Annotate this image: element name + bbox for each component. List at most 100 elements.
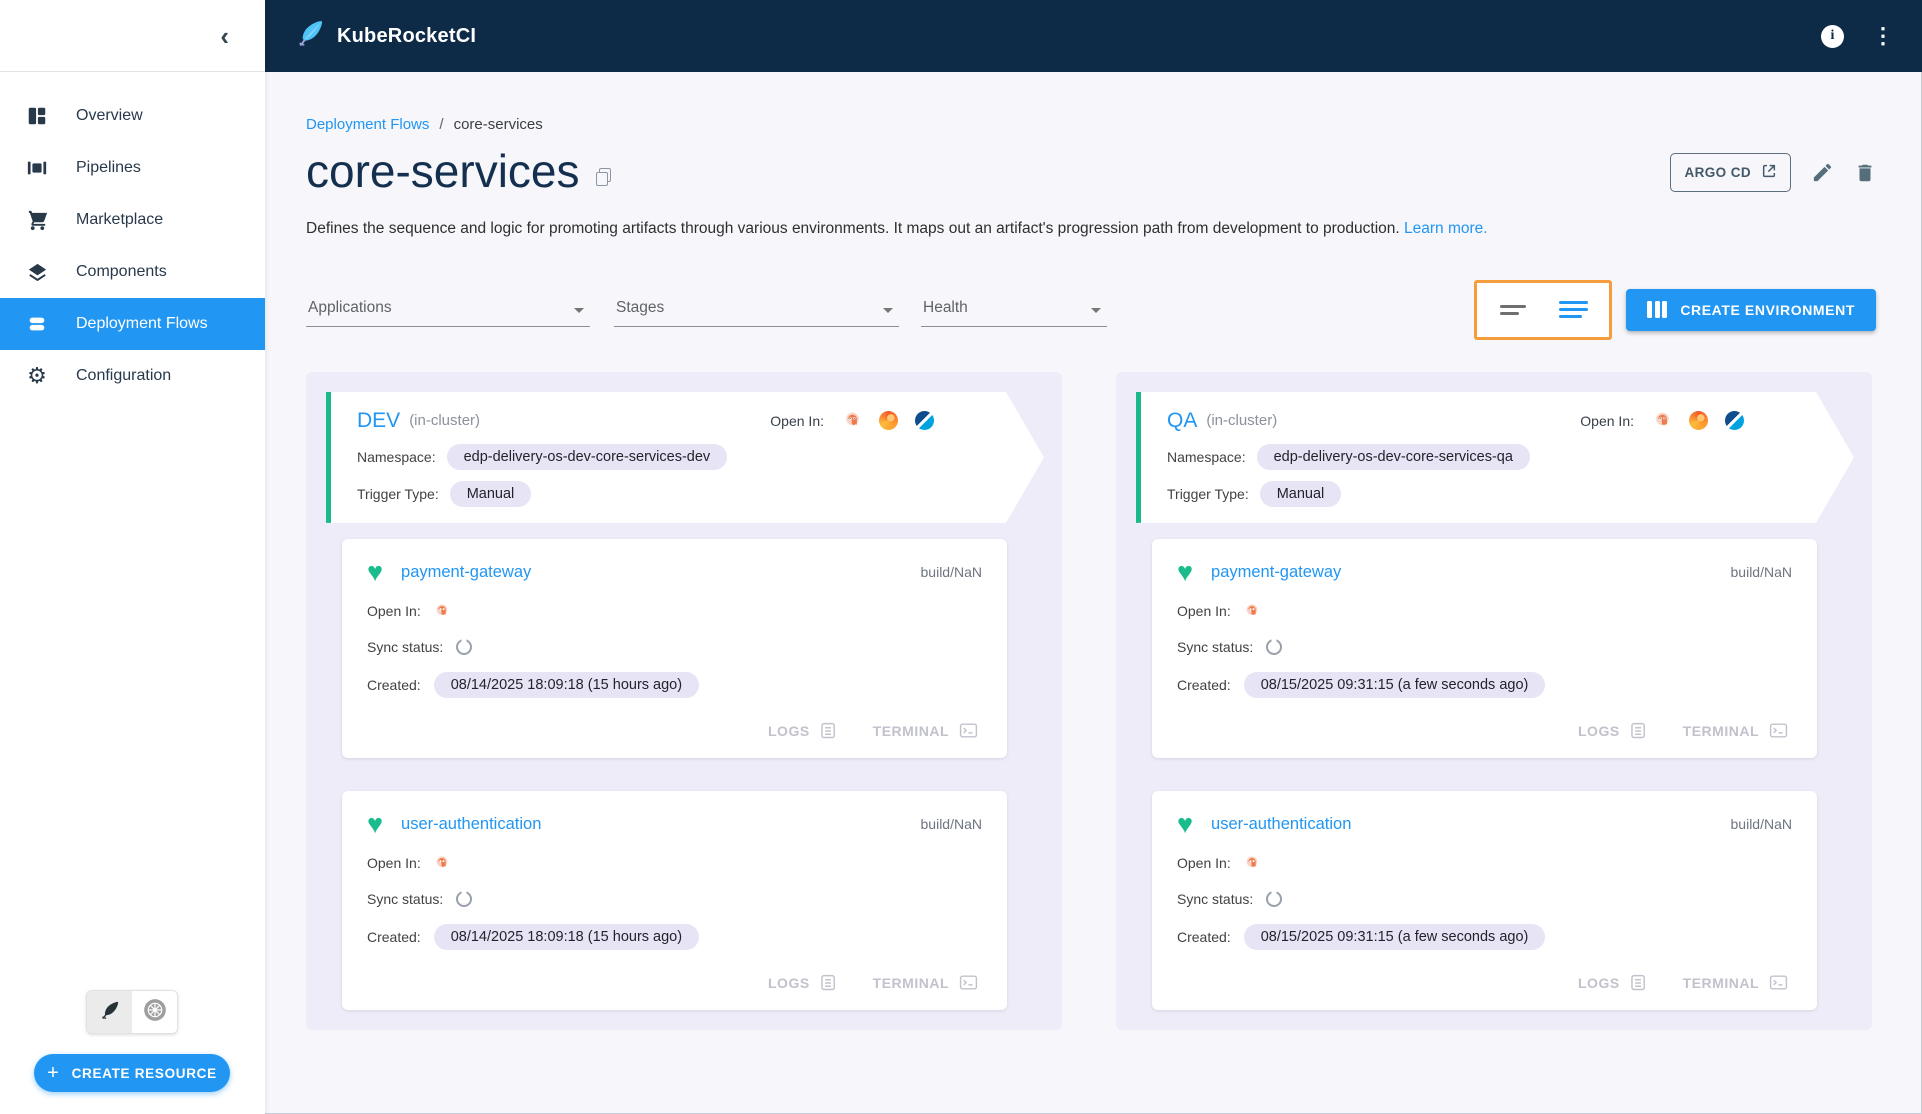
applications-select[interactable]: Applications xyxy=(306,292,590,327)
page-content: Deployment Flows / core-services core-se… xyxy=(265,72,1922,1114)
collapse-sidebar-icon[interactable]: ‹ xyxy=(220,23,229,49)
trigger-type-chip: Manual xyxy=(1260,481,1342,507)
logs-button[interactable]: LOGS xyxy=(1578,974,1647,992)
terminal-button[interactable]: TERMINAL xyxy=(873,974,978,991)
brand-feather-icon xyxy=(295,18,325,54)
breadcrumb: Deployment Flows / core-services xyxy=(306,116,1876,133)
application-name-link[interactable]: user-authentication xyxy=(1211,815,1351,834)
application-actions: LOGS TERMINAL xyxy=(1177,966,1792,1000)
copy-icon[interactable] xyxy=(596,168,609,184)
header-actions: ARGO CD xyxy=(1670,153,1876,192)
created-chip: 08/15/2025 09:31:15 (a few seconds ago) xyxy=(1244,672,1546,698)
sync-status-label: Sync status: xyxy=(367,639,443,655)
sidebar-item-marketplace[interactable]: Marketplace xyxy=(0,194,265,246)
opensearch-icon[interactable] xyxy=(1725,411,1744,430)
build-version: build/NaN xyxy=(1731,816,1792,832)
sidebar-item-label: Configuration xyxy=(76,367,171,385)
applications-select-label: Applications xyxy=(308,299,392,316)
create-resource-label: CREATE RESOURCE xyxy=(72,1066,217,1081)
view-mode-toggle xyxy=(86,990,178,1034)
kubernetes-view-button[interactable] xyxy=(132,991,177,1033)
topbar-actions: i ⋮ xyxy=(1821,25,1894,48)
create-environment-label: CREATE ENVIRONMENT xyxy=(1680,302,1855,318)
learn-more-link[interactable]: Learn more. xyxy=(1404,220,1488,237)
sidebar-item-label: Overview xyxy=(76,107,143,125)
sidebar-item-deployment-flows[interactable]: Deployment Flows xyxy=(0,298,265,350)
sidebar-item-overview[interactable]: Overview xyxy=(0,90,265,142)
dashboard-icon xyxy=(24,103,50,129)
grafana-icon[interactable] xyxy=(879,411,898,430)
chevron-down-icon xyxy=(574,308,584,313)
terminal-button[interactable]: TERMINAL xyxy=(873,722,978,739)
deployment-flows-icon xyxy=(24,311,50,337)
layers-icon xyxy=(24,259,50,285)
sidebar: ‹ Overview Pipelines Marketplace Compone… xyxy=(0,0,265,1114)
gear-icon: ⚙ xyxy=(24,363,50,389)
kebab-menu-icon[interactable]: ⋮ xyxy=(1872,25,1894,47)
sidebar-item-configuration[interactable]: ⚙ Configuration xyxy=(0,350,265,402)
open-in-row: Open In: xyxy=(367,600,982,622)
filters-right: CREATE ENVIRONMENT xyxy=(1474,280,1876,340)
namespace-chip: edp-delivery-os-dev-core-services-dev xyxy=(447,444,728,470)
open-in-group: Open In: xyxy=(1580,411,1744,430)
info-icon[interactable]: i xyxy=(1821,25,1844,48)
create-resource-button[interactable]: + CREATE RESOURCE xyxy=(34,1054,230,1092)
argocd-icon[interactable] xyxy=(1244,603,1260,619)
logs-button[interactable]: LOGS xyxy=(768,722,837,740)
logs-button[interactable]: LOGS xyxy=(768,974,837,992)
feather-view-button[interactable] xyxy=(87,991,132,1033)
environment-name-link[interactable]: DEV xyxy=(357,409,400,433)
application-actions: LOGS TERMINAL xyxy=(367,966,982,1000)
application-card: ♥ user-authentication build/NaN Open In:… xyxy=(1152,791,1817,1010)
trigger-type-label: Trigger Type: xyxy=(1167,486,1249,502)
open-in-row: Open In: xyxy=(367,852,982,874)
page-description: Defines the sequence and logic for promo… xyxy=(306,220,1876,238)
pipelines-icon xyxy=(24,155,50,181)
argocd-icon[interactable] xyxy=(1653,411,1672,430)
created-row: Created: 08/14/2025 18:09:18 (15 hours a… xyxy=(367,672,982,698)
application-name-link[interactable]: user-authentication xyxy=(401,815,541,834)
page-title: core-services xyxy=(306,145,580,198)
environment-name-link[interactable]: QA xyxy=(1167,409,1197,433)
sidebar-item-label: Deployment Flows xyxy=(76,315,208,333)
compact-view-button[interactable] xyxy=(1483,287,1543,333)
opensearch-icon[interactable] xyxy=(915,411,934,430)
page-title-wrap: core-services xyxy=(306,145,609,198)
terminal-button[interactable]: TERMINAL xyxy=(1683,722,1788,739)
application-name-link[interactable]: payment-gateway xyxy=(1211,563,1341,582)
open-in-label: Open In: xyxy=(367,855,421,871)
argocd-icon[interactable] xyxy=(434,855,450,871)
terminal-button[interactable]: TERMINAL xyxy=(1683,974,1788,991)
delete-button[interactable] xyxy=(1854,162,1876,184)
breadcrumb-deployment-flows[interactable]: Deployment Flows xyxy=(306,116,429,133)
detailed-view-button[interactable] xyxy=(1543,287,1603,333)
sidebar-item-label: Components xyxy=(76,263,167,281)
create-environment-button[interactable]: CREATE ENVIRONMENT xyxy=(1626,289,1876,331)
logs-icon xyxy=(820,722,837,740)
health-select-label: Health xyxy=(923,299,968,316)
edit-button[interactable] xyxy=(1811,161,1834,184)
application-name-link[interactable]: payment-gateway xyxy=(401,563,531,582)
sidebar-item-label: Pipelines xyxy=(76,159,141,177)
detailed-view-icon xyxy=(1559,301,1588,318)
grafana-icon[interactable] xyxy=(1689,411,1708,430)
sidebar-header: ‹ xyxy=(0,0,265,72)
logs-icon xyxy=(1630,722,1647,740)
health-select[interactable]: Health xyxy=(921,292,1107,327)
argocd-icon[interactable] xyxy=(434,603,450,619)
namespace-row: Namespace: edp-delivery-os-dev-core-serv… xyxy=(357,444,934,470)
sync-status-unknown-icon xyxy=(1266,639,1282,655)
created-chip: 08/14/2025 18:09:18 (15 hours ago) xyxy=(434,924,699,950)
sidebar-item-pipelines[interactable]: Pipelines xyxy=(0,142,265,194)
health-heart-icon: ♥ xyxy=(1177,811,1193,838)
sidebar-item-components[interactable]: Components xyxy=(0,246,265,298)
argocd-button[interactable]: ARGO CD xyxy=(1670,153,1791,192)
environment-header: DEV (in-cluster) Open In: Namespace: xyxy=(326,392,1044,523)
argocd-icon[interactable] xyxy=(843,411,862,430)
argocd-icon[interactable] xyxy=(1244,855,1260,871)
sidebar-item-label: Marketplace xyxy=(76,211,163,229)
stages-select[interactable]: Stages xyxy=(614,292,899,327)
sync-status-row: Sync status: xyxy=(367,636,982,658)
logs-button[interactable]: LOGS xyxy=(1578,722,1647,740)
environment-title-row: DEV (in-cluster) Open In: xyxy=(357,409,934,433)
